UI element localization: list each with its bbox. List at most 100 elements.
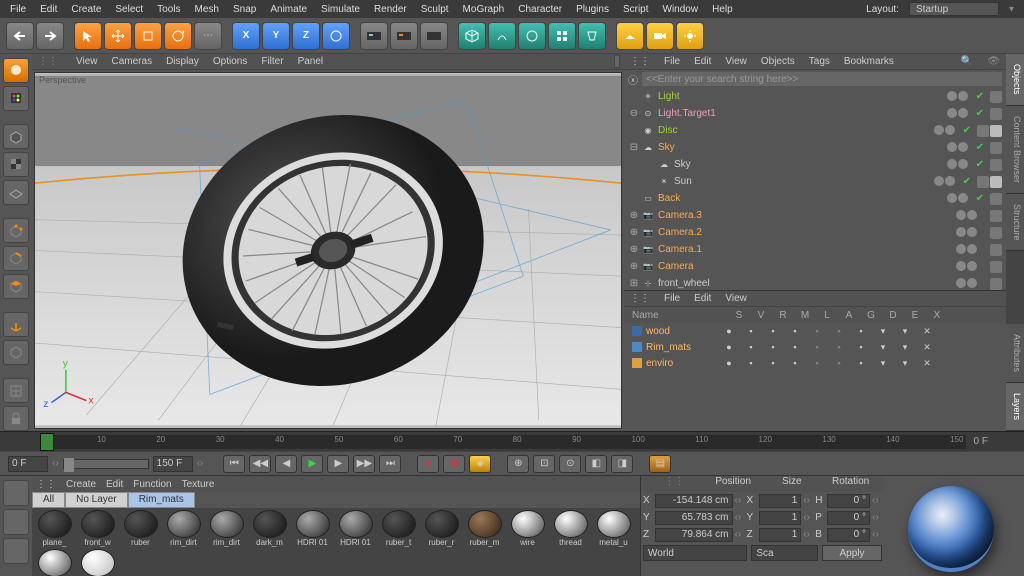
material-thumbnail[interactable]: dark_m	[249, 510, 290, 547]
layer-toggle-d[interactable]: ▾	[872, 326, 894, 337]
play-forward-button[interactable]: ▶	[301, 455, 323, 473]
layer-toggle-l[interactable]: ◦	[806, 358, 828, 369]
spinner-icon[interactable]: ‹›	[735, 529, 745, 540]
object-row[interactable]: ◉ Disc ✔	[624, 122, 1006, 139]
obj-menu-tags[interactable]: Tags	[807, 56, 832, 67]
visibility-editor-dot[interactable]	[947, 159, 957, 169]
object-name-label[interactable]: front_wheel	[656, 278, 956, 289]
goto-start-button[interactable]: ⏮	[223, 455, 245, 473]
spinner-icon[interactable]: ‹›	[872, 495, 882, 506]
object-row[interactable]: ⊕ 📷 Camera.1	[624, 241, 1006, 258]
enable-snap-button[interactable]	[3, 378, 29, 403]
material-thumbnail[interactable]: metal_u	[593, 510, 634, 547]
coords-grip-icon[interactable]: ⋮⋮	[645, 476, 704, 492]
visibility-editor-dot[interactable]	[934, 176, 944, 186]
object-row[interactable]: ☀ Light ✔	[624, 88, 1006, 105]
array-button[interactable]	[548, 22, 576, 50]
object-name-label[interactable]: Sky	[672, 159, 947, 170]
object-name-label[interactable]: Sun	[672, 176, 934, 187]
goto-prev-key-button[interactable]: ◀◀	[249, 455, 271, 473]
visibility-render-dot[interactable]	[958, 91, 968, 101]
spinner-icon[interactable]: ‹›	[735, 512, 745, 523]
material-thumbnail[interactable]: wire	[507, 510, 548, 547]
camera-button[interactable]	[646, 22, 674, 50]
object-name-label[interactable]: Sky	[656, 142, 947, 153]
enable-checkmark-icon[interactable]: ✔	[976, 142, 984, 154]
axis-x-button[interactable]: X	[232, 22, 260, 50]
visibility-render-dot[interactable]	[967, 278, 977, 288]
layer-toggle-e[interactable]: ▾	[894, 326, 916, 337]
object-row[interactable]: ⊞ ⊹ front_wheel	[624, 275, 1006, 290]
nurbs-button[interactable]	[518, 22, 546, 50]
material-thumbnail[interactable]: back	[77, 549, 118, 576]
layer-color-swatch[interactable]	[632, 326, 642, 336]
menu-plugins[interactable]: Plugins	[570, 2, 615, 17]
material-thumbnail[interactable]: ruber	[120, 510, 161, 547]
object-tag-icon[interactable]	[990, 125, 1002, 137]
object-tag-icon[interactable]	[977, 125, 989, 137]
menu-tools[interactable]: Tools	[151, 2, 186, 17]
layer-toggle-g[interactable]: ▪	[850, 342, 872, 353]
obj-menu-file[interactable]: File	[662, 56, 682, 67]
menu-window[interactable]: Window	[657, 2, 705, 17]
material-thumbnail[interactable]: ruber_r	[421, 510, 462, 547]
object-name-label[interactable]: Camera.2	[656, 227, 956, 238]
mat-menu-function[interactable]: Function	[133, 479, 171, 490]
light-button[interactable]	[676, 22, 704, 50]
visibility-render-dot[interactable]	[967, 210, 977, 220]
material-thumbnail[interactable]: ruber_m	[464, 510, 505, 547]
obj-menu-bookmarks[interactable]: Bookmarks	[842, 56, 896, 67]
record-button[interactable]: ●	[417, 455, 439, 473]
layer-toggle-l[interactable]: ◦	[806, 342, 828, 353]
layer-toggle-g[interactable]: ▪	[850, 326, 872, 337]
layer-toggle-g[interactable]: ▪	[850, 358, 872, 369]
search-close-icon[interactable]: ⓧ	[628, 72, 638, 87]
move-tool[interactable]	[104, 22, 132, 50]
coord-space-select[interactable]: World	[643, 545, 747, 561]
render-view-button[interactable]	[360, 22, 388, 50]
key-scale-button[interactable]: ⊡	[533, 455, 555, 473]
menu-create[interactable]: Create	[65, 2, 107, 17]
position-field[interactable]: 79.864 cm	[655, 528, 733, 542]
layer-toggle-x[interactable]: ✕	[916, 342, 938, 353]
search-icon[interactable]: 🔍	[959, 56, 975, 67]
texture-mode-button[interactable]	[3, 152, 29, 177]
enable-checkmark-icon[interactable]: ✔	[963, 125, 971, 137]
visibility-render-dot[interactable]	[945, 176, 955, 186]
rotation-field[interactable]: 0 °	[827, 511, 870, 525]
layer-toggle-l[interactable]: ◦	[806, 326, 828, 337]
expand-icon[interactable]: ⊕	[628, 227, 640, 238]
visibility-render-dot[interactable]	[958, 193, 968, 203]
menu-sculpt[interactable]: Sculpt	[415, 2, 455, 17]
floor-button[interactable]	[616, 22, 644, 50]
enable-checkmark-icon[interactable]: ✔	[976, 193, 984, 205]
layer-color-swatch[interactable]	[632, 358, 642, 368]
key-pla-button[interactable]: ◨	[611, 455, 633, 473]
visibility-editor-dot[interactable]	[956, 210, 966, 220]
object-row[interactable]: ☁ Sky ✔	[624, 156, 1006, 173]
key-pos-button[interactable]: ⊕	[507, 455, 529, 473]
vp-menu-cameras[interactable]: Cameras	[110, 56, 155, 67]
layer-toggle-r[interactable]: ▪	[762, 326, 784, 337]
obj-eye-icon[interactable]: 👁	[985, 56, 1002, 67]
expand-icon[interactable]: ⊟	[628, 142, 640, 153]
object-search-input[interactable]: <<Enter your search string here>>	[642, 72, 1002, 86]
undo-button[interactable]	[6, 22, 34, 50]
mat-tab-rim[interactable]: Rim_mats	[128, 492, 195, 508]
object-tag-icon[interactable]	[990, 227, 1002, 239]
tab-content-browser[interactable]: Content Browser	[1006, 106, 1024, 194]
menu-character[interactable]: Character	[512, 2, 568, 17]
layer-toggle-e[interactable]: ▾	[894, 342, 916, 353]
enable-checkmark-icon[interactable]: ✔	[976, 159, 984, 171]
object-row[interactable]: ⊕ 📷 Camera.2	[624, 224, 1006, 241]
visibility-editor-dot[interactable]	[947, 91, 957, 101]
material-thumbnail[interactable]: rim_dirt	[206, 510, 247, 547]
layer-toggle-s[interactable]: ●	[718, 358, 740, 369]
material-thumbnail[interactable]: front_w	[77, 510, 118, 547]
layer-toggle-r[interactable]: ▪	[762, 358, 784, 369]
menu-select[interactable]: Select	[109, 2, 149, 17]
vp-nav-icon[interactable]	[614, 55, 620, 68]
timeline-ruler[interactable]: 0102030405060708090100110120130140150 0 …	[0, 431, 1024, 451]
obj-menu-objects[interactable]: Objects	[759, 56, 797, 67]
visibility-render-dot[interactable]	[958, 108, 968, 118]
